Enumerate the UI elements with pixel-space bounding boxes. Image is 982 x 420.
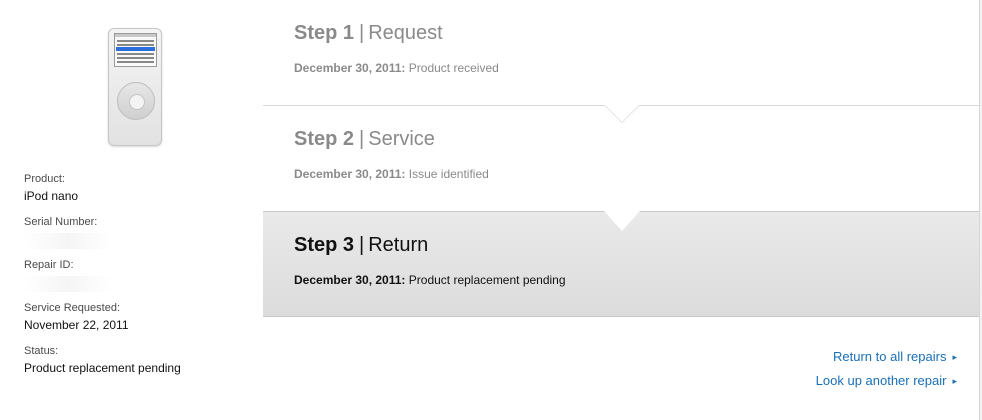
step-description: Issue identified bbox=[408, 167, 489, 181]
repair-id-redacted bbox=[24, 276, 112, 292]
link-label: Look up another repair bbox=[815, 373, 947, 388]
serial-number-redacted bbox=[24, 233, 112, 249]
chevron-right-icon: ▸ bbox=[952, 376, 957, 386]
step-separator: | bbox=[359, 22, 365, 44]
step-separator: | bbox=[359, 128, 365, 150]
repair-id-label: Repair ID: bbox=[24, 259, 74, 271]
serial-number-info: Serial Number: bbox=[24, 215, 244, 249]
step-detail: December 30, 2011: Product received bbox=[294, 61, 499, 75]
product-info: Product: iPod nano bbox=[24, 172, 244, 204]
step-title: Step 2 | Service bbox=[294, 126, 435, 152]
status-info: Status: Product replacement pending bbox=[24, 344, 244, 376]
step-detail: December 30, 2011: Issue identified bbox=[294, 167, 489, 181]
step-number: Step 3 bbox=[294, 234, 355, 256]
click-wheel bbox=[117, 82, 155, 120]
step-number: Step 2 bbox=[294, 128, 355, 150]
repair-id-info: Repair ID: bbox=[24, 258, 244, 292]
step-description: Product replacement pending bbox=[408, 273, 566, 287]
step-name: Service bbox=[368, 128, 435, 150]
step-date: December 30, 2011: bbox=[294, 61, 406, 75]
serial-number-label: Serial Number: bbox=[24, 216, 98, 228]
repair-steps-panel: Step 1 | Request December 30, 2011: Produc… bbox=[263, 0, 980, 420]
active-step-pointer bbox=[604, 211, 640, 231]
step-request: Step 1 | Request December 30, 2011: Produc… bbox=[263, 0, 979, 106]
step-detail: December 30, 2011: Product replacement p… bbox=[294, 273, 566, 287]
ipod-nano-image bbox=[108, 28, 162, 146]
step-name: Return bbox=[368, 234, 429, 256]
link-label: Return to all repairs bbox=[833, 349, 947, 364]
step-date: December 30, 2011: bbox=[294, 273, 406, 287]
ipod-screen bbox=[114, 33, 157, 67]
service-requested-label: Service Requested: bbox=[24, 302, 120, 314]
repair-links: Return to all repairs ▸ Look up another r… bbox=[816, 345, 957, 393]
step-separator: | bbox=[359, 234, 365, 256]
step-date: December 30, 2011: bbox=[294, 167, 406, 181]
product-value: iPod nano bbox=[24, 189, 79, 203]
service-requested-info: Service Requested: November 22, 2011 bbox=[24, 301, 244, 333]
step-title: Step 1 | Request bbox=[294, 20, 443, 46]
repair-summary-sidebar: Product: iPod nano Serial Number: Repair… bbox=[0, 0, 264, 420]
step-description: Product received bbox=[408, 61, 499, 75]
step-pointer bbox=[605, 105, 639, 122]
return-to-all-repairs-link[interactable]: Return to all repairs ▸ bbox=[816, 345, 957, 369]
status-label: Status: bbox=[24, 345, 59, 357]
look-up-another-repair-link[interactable]: Look up another repair ▸ bbox=[816, 369, 957, 393]
step-name: Request bbox=[368, 22, 443, 44]
step-number: Step 1 bbox=[294, 22, 355, 44]
status-value: Product replacement pending bbox=[24, 361, 181, 375]
chevron-right-icon: ▸ bbox=[952, 352, 957, 362]
service-requested-value: November 22, 2011 bbox=[24, 318, 129, 332]
product-label: Product: bbox=[24, 173, 65, 185]
step-title: Step 3 | Return bbox=[294, 232, 428, 258]
